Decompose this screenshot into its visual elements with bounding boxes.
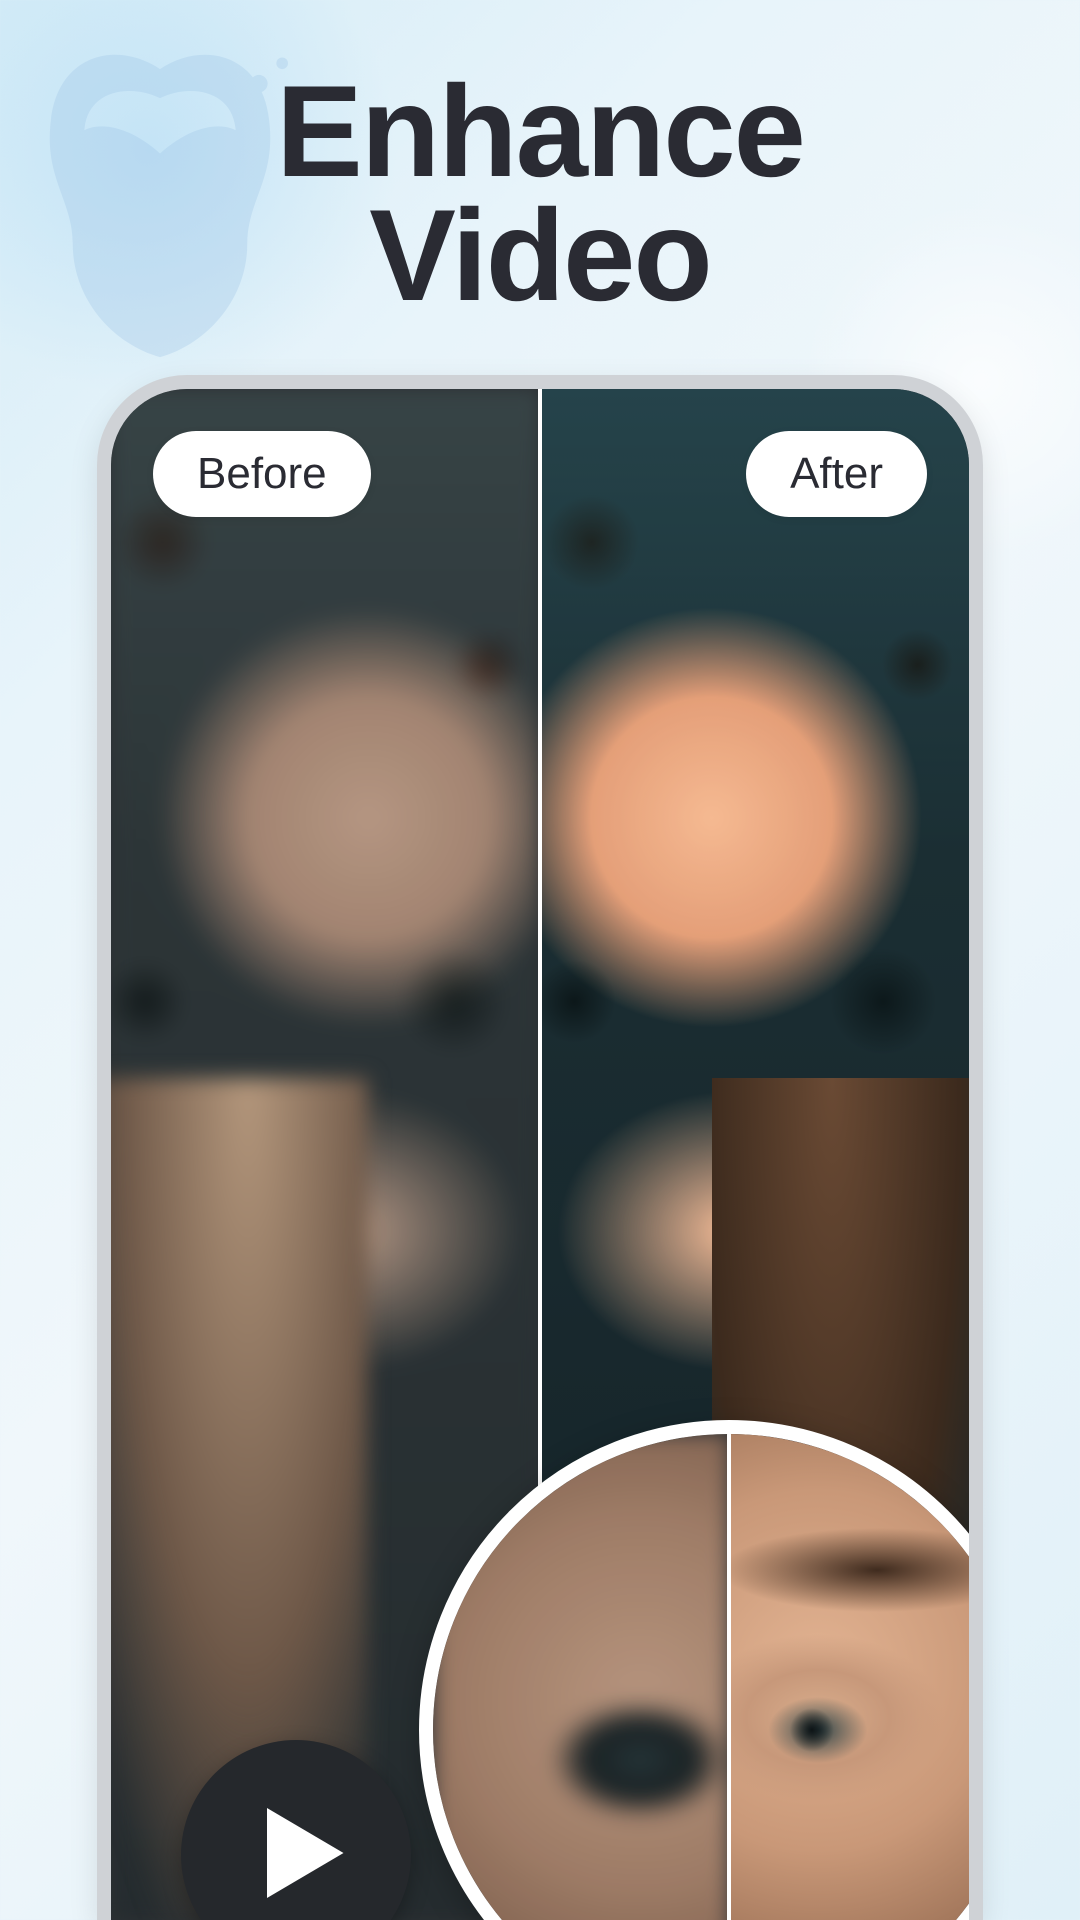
phone-screen: Before After <box>111 389 969 1920</box>
before-badge: Before <box>153 431 371 517</box>
magnifier-divider <box>727 1434 731 1920</box>
headline-line-2: Video <box>369 182 711 328</box>
play-icon <box>244 1808 348 1903</box>
phone-frame: Before After <box>97 375 983 1920</box>
page-title: Enhance Video <box>0 70 1080 317</box>
magnifier-after-brow <box>699 1481 969 1659</box>
after-badge: After <box>746 431 927 517</box>
magnifier-after <box>729 1434 969 1920</box>
magnifier-before <box>433 1434 729 1920</box>
magnifier-circle <box>419 1420 969 1920</box>
magnifier-before-eye <box>433 1434 729 1920</box>
